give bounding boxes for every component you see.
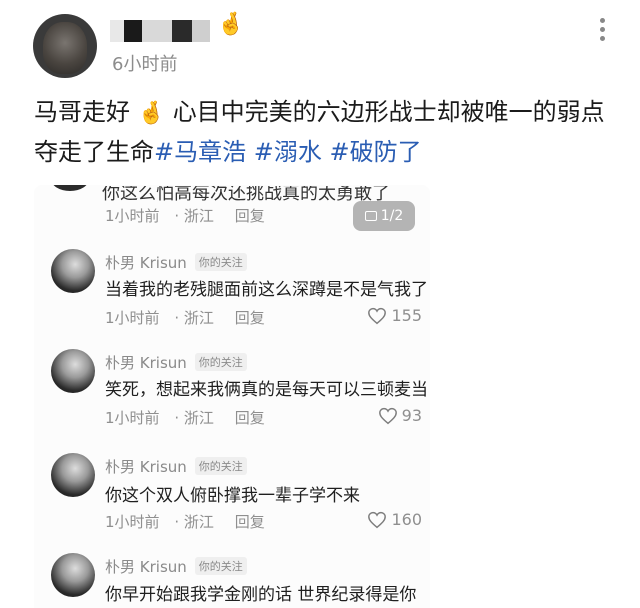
comment-text: 当着我的老残腿面前这么深蹲是不是气我了	[105, 280, 428, 300]
comment-location: 浙江	[183, 309, 214, 327]
image-side-margin	[430, 185, 640, 608]
crossed-fingers-icon: 🤞	[217, 12, 245, 37]
hashtag-link[interactable]: #马章浩	[154, 138, 246, 166]
like-count: 155	[391, 306, 422, 325]
comment-avatar	[51, 185, 89, 191]
comment-avatar	[51, 453, 95, 497]
like-button[interactable]: 155	[367, 306, 422, 325]
comment-author-name: 朴男 Krisun	[105, 458, 187, 476]
redaction-block	[124, 20, 142, 42]
reply-link[interactable]: 回复	[235, 409, 265, 427]
comment-location: 浙江	[183, 513, 214, 531]
heart-outline-icon	[368, 307, 387, 324]
redaction-block	[172, 20, 192, 42]
comment-meta: 1小时前 · 浙江 回复	[105, 307, 265, 328]
redaction-block	[142, 20, 172, 42]
heart-outline-icon	[378, 407, 397, 424]
comment-time: 1小时前	[105, 309, 160, 327]
comment-meta: 1小时前 · 浙江 回复	[105, 511, 265, 532]
comment-location-prefix: ·	[174, 207, 180, 225]
comment-time: 1小时前	[105, 513, 160, 531]
redaction-block	[192, 20, 210, 42]
comment-location: 浙江	[183, 207, 214, 225]
username-redacted[interactable]	[110, 18, 210, 44]
comment-location: 浙江	[183, 409, 214, 427]
following-badge: 你的关注	[194, 557, 247, 575]
post-text: 马哥走好 🤞 心目中完美的六边形战士却被唯一的弱点夺走了生命#马章浩 #溺水 #…	[34, 93, 624, 172]
meta-dot: ·	[174, 513, 180, 531]
hashtag-link[interactable]: #破防了	[322, 138, 421, 166]
comment-text: 你这么怕高每次还挑战真的太勇敢了	[102, 185, 390, 204]
heart-outline-icon	[368, 511, 387, 528]
comment-author: 朴男 Krisun 你的关注	[105, 352, 247, 373]
comment-text: 你早开始跟我学金刚的话 世界纪录得是你	[105, 585, 417, 605]
comment-author: 朴男 Krisun 你的关注	[105, 556, 247, 577]
crossed-fingers-emoji-icon: 🤞	[137, 101, 166, 126]
comment-meta: 1小时前 · 浙江 回复	[105, 205, 265, 226]
post-time: 6小时前	[112, 54, 178, 75]
image-pager-icon	[364, 211, 377, 221]
comment-text: 笑死，想起来我俩真的是每天可以三顿麦当	[105, 380, 428, 400]
comment-author-name: 朴男 Krisun	[105, 558, 187, 576]
comment-avatar	[51, 349, 95, 393]
comment-time: 1小时前	[105, 409, 160, 427]
comment-avatar	[51, 249, 95, 293]
comment-author-name: 朴男 Krisun	[105, 354, 187, 372]
pager-count: 1/2	[380, 208, 404, 224]
comment-author-name: 朴男 Krisun	[105, 254, 187, 272]
reply-link[interactable]: 回复	[235, 513, 265, 531]
following-badge: 你的关注	[194, 253, 247, 271]
user-avatar[interactable]	[33, 14, 97, 78]
comment-avatar	[51, 553, 95, 597]
comment-author: 朴男 Krisun 你的关注	[105, 252, 247, 273]
image-pager[interactable]: 1/2	[353, 201, 415, 231]
following-badge: 你的关注	[194, 457, 247, 475]
reply-link[interactable]: 回复	[235, 309, 265, 327]
meta-dot: ·	[174, 409, 180, 427]
like-count: 93	[401, 406, 422, 425]
comment-meta: 1小时前 · 浙江 回复	[105, 407, 265, 428]
comment-time: 1小时前	[105, 207, 160, 225]
meta-dot: ·	[174, 309, 180, 327]
avatar-figure	[43, 22, 87, 74]
like-count: 160	[391, 510, 422, 529]
like-button[interactable]: 93	[378, 406, 422, 425]
comment-text: 你这个双人俯卧撑我一辈子学不来	[105, 486, 360, 506]
post-text-main: 马哥走好	[34, 98, 130, 126]
attached-image[interactable]: 你这么怕高每次还挑战真的太勇敢了 1小时前 · 浙江 回复 朴男 Krisun 你…	[34, 185, 430, 608]
hashtag-link[interactable]: #溺水	[246, 138, 322, 166]
more-vertical-icon[interactable]	[596, 16, 608, 44]
comment-author: 朴男 Krisun 你的关注	[105, 456, 247, 477]
redaction-block	[110, 20, 124, 42]
reply-link[interactable]: 回复	[235, 207, 265, 225]
following-badge: 你的关注	[194, 353, 247, 371]
like-button[interactable]: 160	[367, 510, 422, 529]
